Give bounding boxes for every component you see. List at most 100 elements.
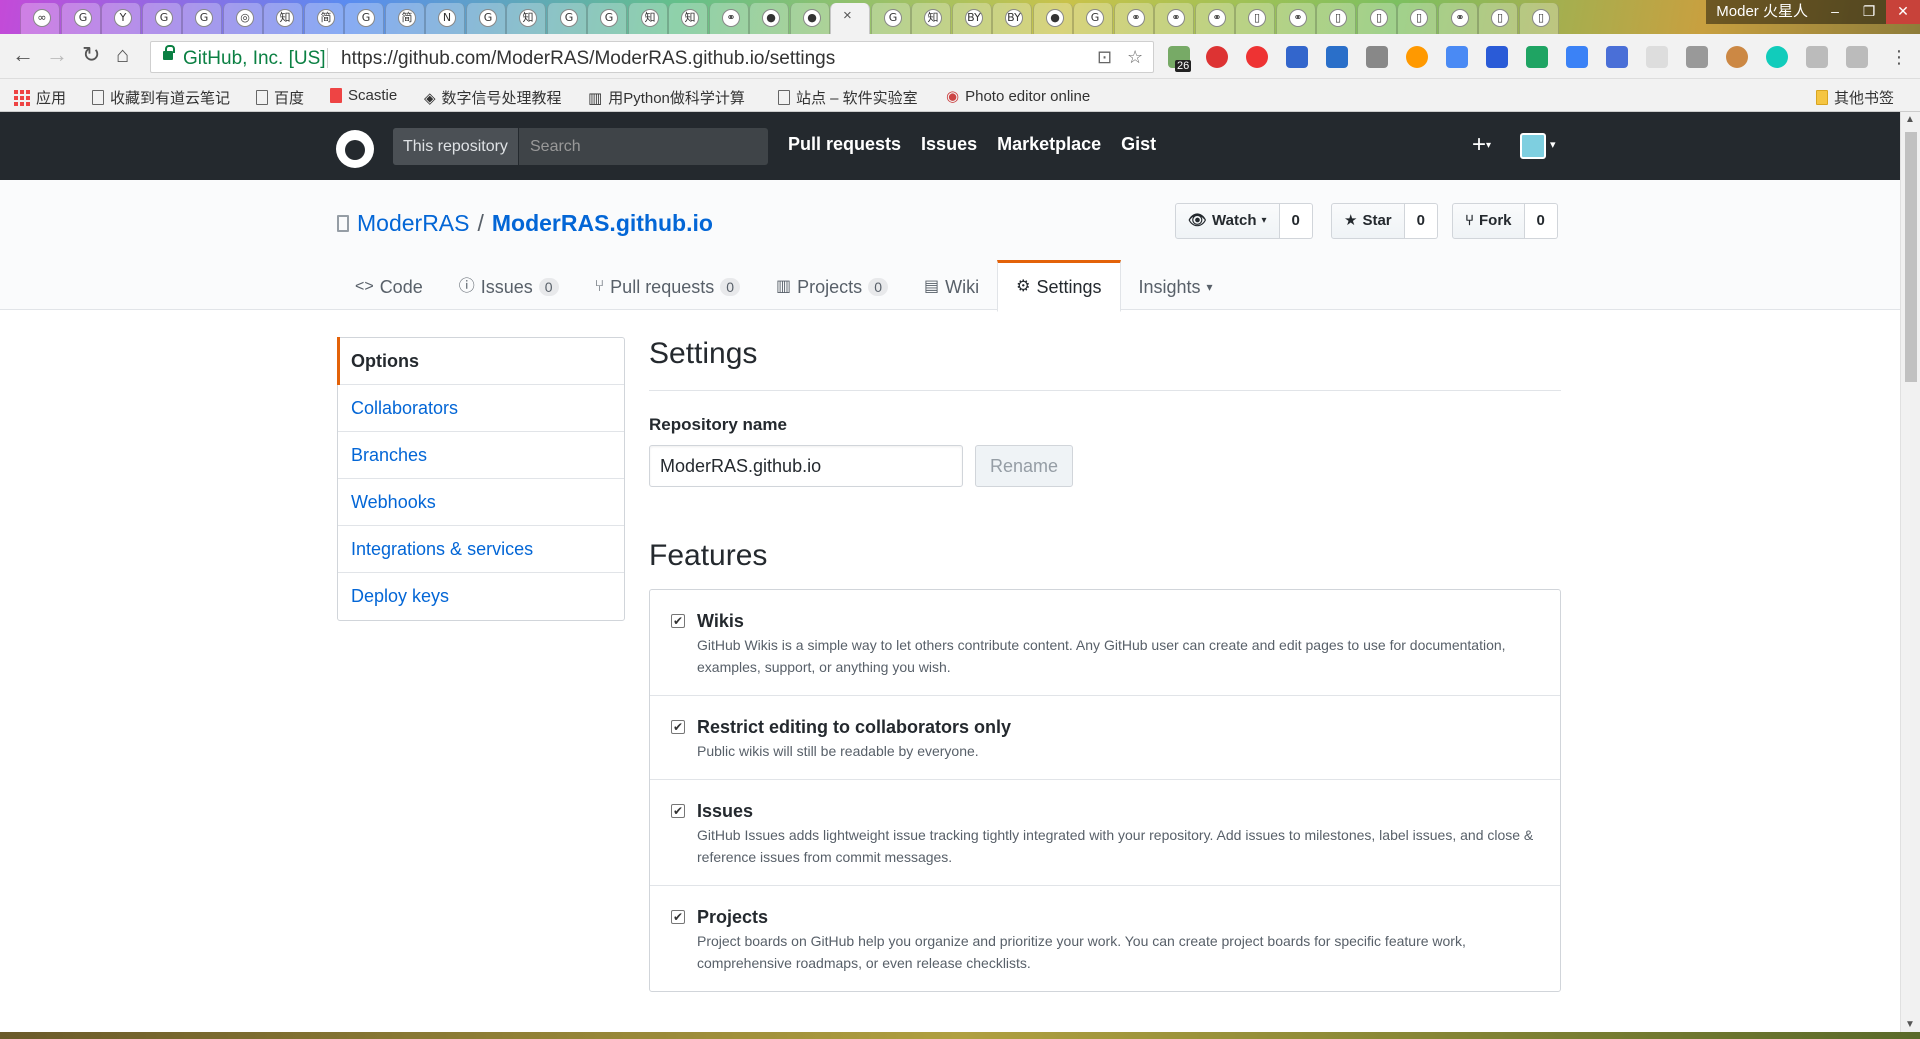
other-bookmarks[interactable]: 其他书签 [1816,87,1894,108]
forward-button[interactable]: → [46,44,68,66]
scroll-down-icon[interactable]: ▼ [1905,1019,1915,1030]
back-button[interactable]: ← [12,44,34,66]
extension-icon[interactable] [1406,46,1428,68]
bookmark-scastie[interactable]: Scastie [330,87,397,104]
search-input[interactable] [530,128,760,165]
extension-icon[interactable] [1486,46,1508,68]
browser-tab[interactable]: G [466,3,506,34]
browser-tab[interactable]: BY [952,3,992,34]
browser-tab[interactable]: 知 [911,3,951,34]
browser-tab[interactable]: ◎ [223,3,263,34]
browser-tab[interactable]: G [587,3,627,34]
rename-button[interactable]: Rename [975,445,1074,487]
menu-icon[interactable]: ⋮ [1890,46,1908,68]
scrollbar-thumb[interactable] [1905,132,1917,382]
browser-tab[interactable]: ▯ [1235,3,1275,34]
close-icon[interactable]: × [843,7,852,24]
translate-icon[interactable]: ⊡ [1097,47,1112,68]
nav-marketplace[interactable]: Marketplace [997,134,1101,155]
fork-count[interactable]: 0 [1524,203,1558,239]
tab-issues[interactable]: ⓘ Issues 0 [441,260,577,311]
download-icon[interactable] [1366,46,1388,68]
extension-icon[interactable] [1686,46,1708,68]
nav-issues[interactable]: Issues [921,134,977,155]
forward-extension-icon[interactable] [1326,46,1348,68]
profile-button[interactable]: Moder 火星人 [1706,0,1818,24]
sidebar-item-webhooks[interactable]: Webhooks [338,479,624,526]
browser-tab[interactable]: ∞ [20,3,60,34]
browser-tab[interactable]: ▯ [1397,3,1437,34]
sidebar-item-branches[interactable]: Branches [338,432,624,479]
sidebar-item-options[interactable]: Options [337,337,624,385]
bookmark-star-icon[interactable]: ☆ [1127,47,1143,68]
feature-title[interactable]: Restrict editing to collaborators only [697,716,1540,738]
reload-button[interactable]: ↻ [82,44,100,66]
nav-pull-requests[interactable]: Pull requests [788,134,901,155]
feature-title[interactable]: Issues [697,800,1540,822]
restrict-editing-checkbox[interactable]: ✔ [671,720,685,734]
extension-icon[interactable] [1606,46,1628,68]
scroll-up-icon[interactable]: ▲ [1905,114,1915,125]
browser-tab[interactable]: G [1073,3,1113,34]
browser-tab[interactable]: ⚭ [1114,3,1154,34]
issues-checkbox[interactable]: ✔ [671,804,685,818]
browser-tab[interactable]: ▯ [1478,3,1518,34]
extension-icon[interactable] [1726,46,1748,68]
feature-title[interactable]: Wikis [697,610,1540,632]
feature-title[interactable]: Projects [697,906,1540,928]
watch-count[interactable]: 0 [1279,203,1313,239]
browser-tab[interactable]: N [425,3,465,34]
tab-insights[interactable]: Insights ▾ [1121,260,1231,311]
github-logo-icon[interactable] [336,130,374,168]
tab-pull-requests[interactable]: ⑂ Pull requests 0 [577,260,758,311]
bookmark-baidu[interactable]: 百度 [256,87,304,108]
projects-checkbox[interactable]: ✔ [671,910,685,924]
bookmark-apps[interactable]: 应用 [14,87,66,108]
minimize-button[interactable]: – [1818,0,1852,24]
repo-name-input[interactable] [649,445,963,487]
browser-tab[interactable]: ⚭ [1276,3,1316,34]
tab-wiki[interactable]: ▤ Wiki [906,260,997,311]
browser-tab[interactable]: ▯ [1316,3,1356,34]
extension-icon[interactable] [1566,46,1588,68]
browser-tab[interactable]: G [344,3,384,34]
extension-icon[interactable] [1766,46,1788,68]
tab-active[interactable]: × [830,3,870,34]
google-translate-icon[interactable] [1446,46,1468,68]
opera-icon[interactable] [1246,46,1268,68]
browser-tab[interactable]: 简 [385,3,425,34]
home-button[interactable]: ⌂ [116,44,129,66]
adblock-icon[interactable] [1206,46,1228,68]
browser-tab[interactable]: ● [790,3,830,34]
page-scrollbar[interactable]: ▲ ▼ [1900,112,1920,1032]
create-new-button[interactable]: +▾ [1472,131,1491,159]
address-bar[interactable]: GitHub, Inc. [US] https://github.com/Mod… [150,41,1154,73]
repo-name-link[interactable]: ModerRAS.github.io [492,210,713,237]
search-scope[interactable]: This repository [393,128,519,165]
avatar[interactable] [1520,133,1546,159]
bookmark-dsp[interactable]: ◈ 数字信号处理教程 [424,87,562,108]
bookmark-python[interactable]: ▥ 用Python做科学计算 [588,87,758,108]
browser-tab[interactable]: Y [101,3,141,34]
restore-button[interactable]: ❐ [1852,0,1886,24]
browser-tab[interactable]: ▯ [1519,3,1559,34]
chevron-down-icon[interactable]: ▾ [1550,138,1556,151]
browser-tab[interactable]: G [871,3,911,34]
repo-owner-link[interactable]: ModerRAS [357,210,469,237]
sidebar-item-integrations[interactable]: Integrations & services [338,526,624,573]
browser-tab[interactable]: ⚭ [1438,3,1478,34]
bookmark-photo[interactable]: ◉ Photo editor online [946,87,1114,106]
browser-tab[interactable]: ⚭ [709,3,749,34]
watch-button[interactable]: 👁 Watch ▾ [1175,203,1280,239]
url-text[interactable]: https://github.com/ModerRAS/ModerRAS.git… [341,48,835,70]
browser-tab[interactable]: ⚭ [1154,3,1194,34]
browser-tab[interactable]: G [547,3,587,34]
browser-tab[interactable]: 知 [668,3,708,34]
bookmark-site[interactable]: 站点 – 软件实验室 [778,87,918,108]
extension-icon[interactable] [1846,46,1868,68]
browser-tab[interactable]: 知 [506,3,546,34]
search-box[interactable]: This repository [393,128,768,165]
browser-tab[interactable]: 知 [263,3,303,34]
browser-tab[interactable]: G [182,3,222,34]
tab-code[interactable]: <> Code [337,260,441,311]
